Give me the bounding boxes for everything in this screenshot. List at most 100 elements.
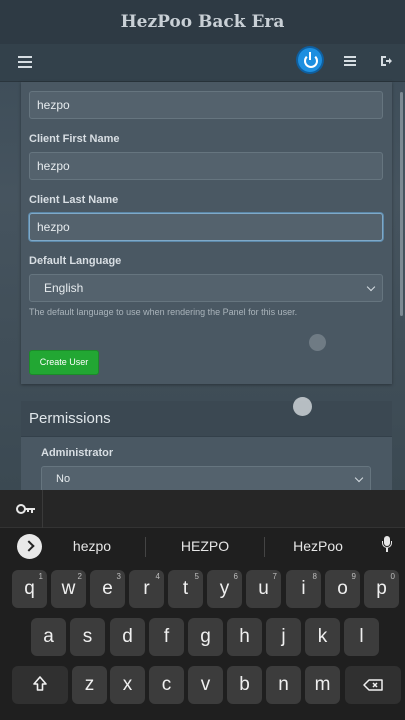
key-d[interactable]: d xyxy=(110,618,145,656)
backspace-icon xyxy=(363,679,383,691)
key-z[interactable]: z xyxy=(72,666,107,704)
title-bar: HezPoo Back Era xyxy=(0,0,405,44)
key-r[interactable]: r4 xyxy=(129,570,164,608)
key-m[interactable]: m xyxy=(305,666,340,704)
key-b[interactable]: b xyxy=(227,666,262,704)
page-scrollbar[interactable] xyxy=(400,92,403,316)
key-p[interactable]: p0 xyxy=(364,570,399,608)
key-l[interactable]: l xyxy=(344,618,379,656)
key-label: j xyxy=(281,626,286,647)
key-label: u xyxy=(258,578,269,599)
key-label: l xyxy=(359,626,364,647)
key-h[interactable]: h xyxy=(227,618,262,656)
key-label: r xyxy=(143,578,150,599)
key-label: h xyxy=(239,626,250,647)
suggestion-2[interactable]: HEZPO xyxy=(165,538,245,554)
key-label: x xyxy=(122,674,133,695)
key-hint: 8 xyxy=(312,572,317,581)
shift-icon xyxy=(33,676,47,691)
key-label: d xyxy=(122,626,133,647)
permissions-card: Permissions Administrator No xyxy=(21,401,392,490)
key-label: z xyxy=(84,674,95,695)
key-hint: 2 xyxy=(77,572,82,581)
key-hint: 5 xyxy=(194,572,199,581)
key-label: y xyxy=(219,578,230,599)
key-label: b xyxy=(239,674,250,695)
key-a[interactable]: a xyxy=(31,618,66,656)
language-value: English xyxy=(44,281,84,295)
key-y[interactable]: y6 xyxy=(207,570,242,608)
key-label: e xyxy=(102,578,113,599)
key-hint: 4 xyxy=(155,572,160,581)
key-icon[interactable] xyxy=(16,502,36,514)
key-hint: 1 xyxy=(38,572,43,581)
key-g[interactable]: g xyxy=(188,618,223,656)
touch-indicator xyxy=(309,334,326,351)
key-j[interactable]: j xyxy=(266,618,301,656)
power-icon[interactable] xyxy=(298,48,322,72)
key-label: g xyxy=(200,626,211,647)
key-u[interactable]: u7 xyxy=(246,570,281,608)
key-hint: 7 xyxy=(272,572,277,581)
user-form-card: hezpo Client First Name hezpo Client Las… xyxy=(21,82,392,384)
key-label: c xyxy=(161,674,172,695)
key-label: v xyxy=(200,674,211,695)
key-label: k xyxy=(317,626,328,647)
key-f[interactable]: f xyxy=(149,618,184,656)
suggestion-divider xyxy=(264,537,265,557)
key-label: p xyxy=(376,578,387,599)
key-label: a xyxy=(43,626,54,647)
key-e[interactable]: e3 xyxy=(90,570,125,608)
key-hint: 9 xyxy=(351,572,356,581)
key-n[interactable]: n xyxy=(266,666,301,704)
permissions-title: Permissions xyxy=(29,410,111,427)
last-name-input[interactable]: hezpo xyxy=(29,213,383,241)
key-label: f xyxy=(163,626,170,647)
key-c[interactable]: c xyxy=(149,666,184,704)
chevron-right-icon[interactable] xyxy=(17,534,42,559)
key-v[interactable]: v xyxy=(188,666,223,704)
language-help-text: The default language to use when renderi… xyxy=(29,307,298,317)
suggestion-bar: hezpo HEZPO HezPoo xyxy=(0,528,405,568)
username-input[interactable]: hezpo xyxy=(29,91,383,119)
backspace-key[interactable] xyxy=(345,666,401,704)
keyboard-toolbar xyxy=(0,490,405,528)
permissions-header: Permissions xyxy=(21,401,392,437)
mic-icon[interactable] xyxy=(382,536,392,552)
first-name-label: Client First Name xyxy=(29,133,120,145)
key-label: t xyxy=(182,578,189,599)
shift-key[interactable] xyxy=(12,666,68,704)
key-w[interactable]: w2 xyxy=(51,570,86,608)
key-label: n xyxy=(278,674,289,695)
suggestion-3[interactable]: HezPoo xyxy=(278,538,358,554)
key-label: s xyxy=(82,626,93,647)
key-x[interactable]: x xyxy=(110,666,145,704)
administrator-label: Administrator xyxy=(41,447,114,459)
create-user-button[interactable]: Create User xyxy=(29,350,99,375)
app-title: HezPoo Back Era xyxy=(120,12,285,32)
logout-icon[interactable] xyxy=(380,55,392,67)
first-name-input[interactable]: hezpo xyxy=(29,152,383,180)
key-hint: 0 xyxy=(390,572,395,581)
key-q[interactable]: q1 xyxy=(12,570,47,608)
key-label: w xyxy=(61,578,76,599)
key-i[interactable]: i8 xyxy=(286,570,321,608)
key-label: m xyxy=(314,674,331,695)
server-list-icon[interactable] xyxy=(344,56,356,67)
language-select[interactable]: English xyxy=(29,274,383,302)
suggestion-1[interactable]: hezpo xyxy=(52,538,132,554)
key-t[interactable]: t5 xyxy=(168,570,203,608)
key-s[interactable]: s xyxy=(70,618,105,656)
administrator-select[interactable]: No xyxy=(41,466,371,490)
suggestion-divider xyxy=(145,537,146,557)
app-screen: HezPoo Back Era hezpo Client First Name … xyxy=(0,0,405,490)
chevron-down-icon xyxy=(366,282,376,292)
key-label: o xyxy=(337,578,348,599)
key-o[interactable]: o9 xyxy=(325,570,360,608)
key-k[interactable]: k xyxy=(305,618,340,656)
key-hint: 3 xyxy=(116,572,121,581)
language-label: Default Language xyxy=(29,255,122,267)
hamburger-icon[interactable] xyxy=(18,56,32,68)
key-label: i xyxy=(301,578,306,599)
toolbar-divider xyxy=(42,490,43,528)
